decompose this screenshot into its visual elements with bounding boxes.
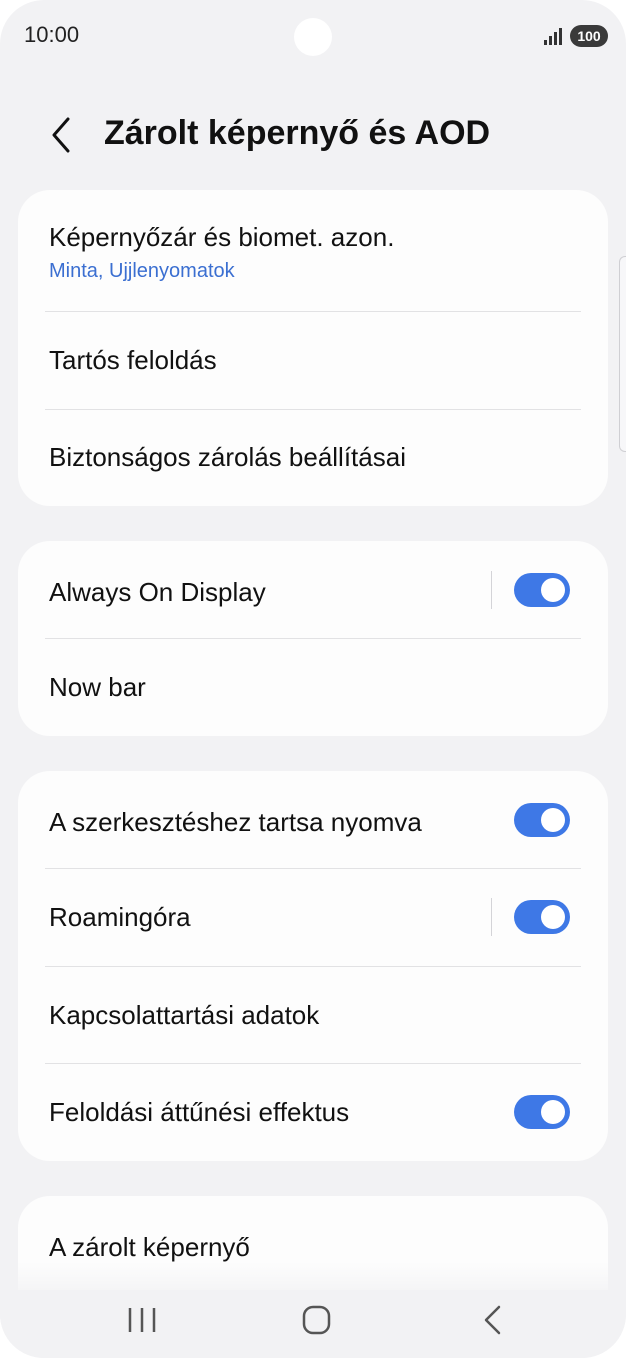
- signal-icon: [544, 28, 562, 45]
- item-title: Now bar: [49, 672, 146, 702]
- item-title: A zárolt képernyő: [49, 1232, 250, 1262]
- battery-icon: 100: [570, 25, 608, 47]
- battery-level: 100: [577, 28, 601, 44]
- settings-group-security: Képernyőzár és biomet. azon. Minta, Ujjl…: [18, 190, 608, 506]
- toggle-knob: [541, 808, 565, 832]
- back-button[interactable]: [42, 110, 82, 160]
- item-title: Képernyőzár és biomet. azon.: [49, 222, 395, 252]
- now-bar-item[interactable]: Now bar: [18, 639, 608, 736]
- settings-group-aod: Always On Display Now bar: [18, 541, 608, 736]
- item-title: Biztonságos zárolás beállításai: [49, 442, 406, 472]
- contact-information-item[interactable]: Kapcsolattartási adatok: [18, 967, 608, 1064]
- unlock-transition-effect-toggle[interactable]: [514, 1095, 570, 1129]
- chevron-left-icon: [52, 117, 70, 153]
- roaming-clock-item[interactable]: Roamingóra: [18, 869, 608, 966]
- vertical-separator: [491, 898, 492, 936]
- touch-hold-to-edit-item[interactable]: A szerkesztéshez tartsa nyomva: [18, 771, 608, 869]
- phone-screen: 10:00 100 Zárolt képernyő és AOD Képerny…: [0, 0, 626, 1358]
- home-button[interactable]: [286, 1300, 346, 1340]
- extend-unlock-item[interactable]: Tartós feloldás: [18, 312, 608, 409]
- camera-cutout: [294, 18, 332, 56]
- status-time: 10:00: [24, 22, 80, 47]
- nav-back-button[interactable]: [462, 1300, 522, 1340]
- toggle-knob: [541, 905, 565, 929]
- recents-button[interactable]: [112, 1300, 172, 1340]
- touch-hold-to-edit-toggle[interactable]: [514, 803, 570, 837]
- navigation-bar: [0, 1290, 626, 1358]
- page-title: Zárolt képernyő és AOD: [104, 114, 491, 152]
- settings-group-options: A szerkesztéshez tartsa nyomva Roamingór…: [18, 771, 608, 1161]
- toggle-knob: [541, 1100, 565, 1124]
- toggle-knob: [541, 578, 565, 602]
- home-icon: [302, 1305, 331, 1335]
- header: Zárolt képernyő és AOD: [0, 96, 626, 176]
- vertical-separator: [491, 571, 492, 609]
- always-on-display-toggle[interactable]: [514, 573, 570, 607]
- item-title: Kapcsolattartási adatok: [49, 1000, 320, 1030]
- roaming-clock-toggle[interactable]: [514, 900, 570, 934]
- scroll-indicator[interactable]: [619, 256, 626, 452]
- secure-lock-settings-item[interactable]: Biztonságos zárolás beállításai: [18, 410, 608, 506]
- status-bar: 10:00 100: [0, 0, 626, 70]
- item-title: A szerkesztéshez tartsa nyomva: [49, 807, 422, 837]
- screen-lock-biometrics-item[interactable]: Képernyőzár és biomet. azon. Minta, Ujjl…: [18, 190, 608, 312]
- item-title: Always On Display: [49, 577, 266, 607]
- back-icon: [484, 1305, 501, 1335]
- item-title: Tartós feloldás: [49, 345, 217, 375]
- recents-icon: [128, 1308, 156, 1332]
- item-subtitle: Minta, Ujjlenyomatok: [49, 260, 235, 282]
- item-title: Roamingóra: [49, 902, 191, 932]
- always-on-display-item[interactable]: Always On Display: [18, 541, 608, 639]
- unlock-transition-effect-item[interactable]: Feloldási áttűnési effektus: [18, 1064, 608, 1161]
- item-title: Feloldási áttűnési effektus: [49, 1097, 350, 1127]
